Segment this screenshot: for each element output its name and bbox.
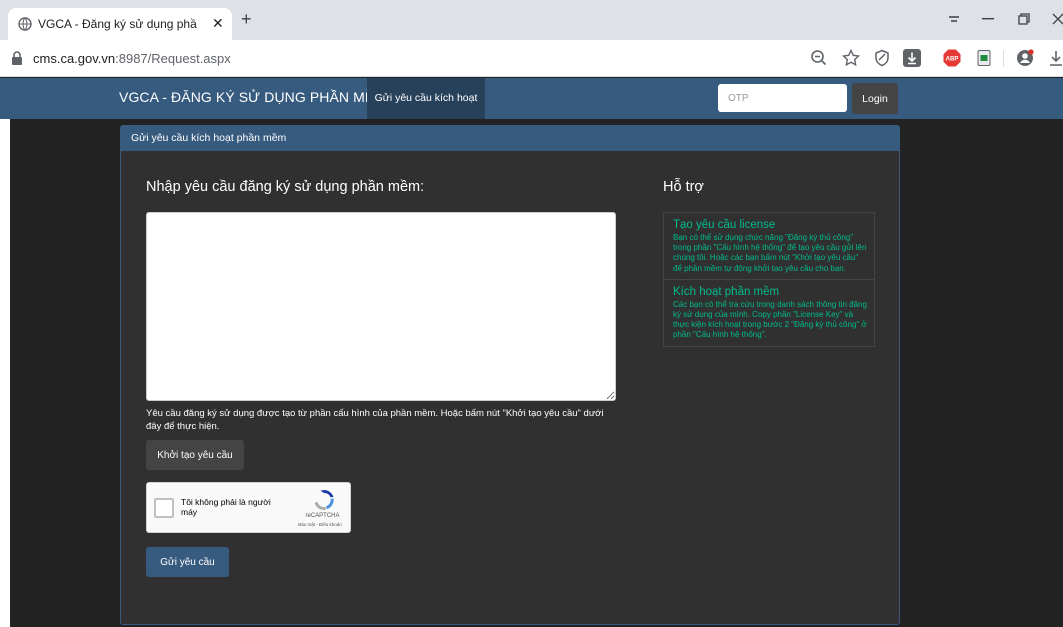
url-path: :8987/Request.aspx xyxy=(115,51,231,66)
recaptcha-checkbox[interactable] xyxy=(154,498,174,518)
globe-icon xyxy=(18,17,32,31)
page-left-edge xyxy=(0,119,10,627)
page-content: VGCA - ĐĂNG KÝ SỬ DỤNG PHẦN MỀM Gửi yêu … xyxy=(0,78,1063,627)
support-item-activate-software[interactable]: Kích hoạt phần mềm Các bạn có thể tra cứ… xyxy=(663,278,875,347)
navbar: VGCA - ĐĂNG KÝ SỬ DỤNG PHẦN MỀM Gửi yêu … xyxy=(0,78,1063,119)
adblock-label: ABP xyxy=(946,57,959,63)
support-item-title: Kích hoạt phần mềm xyxy=(673,285,780,298)
request-heading: Nhập yêu cầu đăng ký sử dụng phần mềm: xyxy=(146,179,425,195)
restore-icon[interactable] xyxy=(1018,13,1030,25)
toolbar-divider xyxy=(1003,50,1004,67)
url-field[interactable]: cms.ca.gov.vn:8987/Request.aspx xyxy=(33,51,231,66)
support-item-desc: Các bạn có thể tra cứu trong danh sách t… xyxy=(673,299,867,340)
shield-icon[interactable] xyxy=(873,49,891,67)
request-help-text: Yêu cầu đăng ký sử dụng được tạo từ phần… xyxy=(146,408,604,432)
nav-item-send-request[interactable]: Gửi yêu cầu kích hoạt xyxy=(367,78,485,119)
support-list: Tạo yêu cầu license Bạn có thể sử dụng c… xyxy=(663,212,875,347)
download-extension-icon[interactable] xyxy=(903,49,921,67)
browser-tab[interactable]: VGCA - Đăng ký sử dụng phầ ✕ xyxy=(8,8,232,40)
support-heading: Hỗ trợ xyxy=(663,179,704,195)
url-host: cms.ca.gov.vn xyxy=(33,51,116,66)
support-item-desc: Bạn có thể sử dụng chức năng "Đăng ký th… xyxy=(673,233,867,273)
profile-icon[interactable] xyxy=(1016,49,1034,67)
tab-title: VGCA - Đăng ký sử dụng phầ xyxy=(38,17,197,31)
sheets-extension-icon[interactable] xyxy=(975,49,993,67)
new-tab-button[interactable]: + xyxy=(241,10,252,28)
site-brand[interactable]: VGCA - ĐĂNG KÝ SỬ DỤNG PHẦN MỀM xyxy=(119,89,386,105)
lock-icon[interactable] xyxy=(11,51,23,65)
recaptcha-brand: reCAPTCHA xyxy=(305,513,340,519)
download-icon[interactable] xyxy=(1049,49,1063,67)
minimize-icon[interactable] xyxy=(982,18,994,20)
generate-request-button[interactable]: Khởi tạo yêu cầu xyxy=(146,440,244,470)
close-tab-icon[interactable]: ✕ xyxy=(212,15,224,32)
otp-input[interactable] xyxy=(718,84,847,112)
request-textarea[interactable] xyxy=(146,212,616,401)
bookmark-star-icon[interactable] xyxy=(842,49,860,67)
close-window-icon[interactable] xyxy=(1052,13,1063,25)
login-button[interactable]: Login xyxy=(852,83,898,114)
support-item-title: Tạo yêu cầu license xyxy=(673,219,776,231)
support-item-create-license[interactable]: Tạo yêu cầu license Bạn có thể sử dụng c… xyxy=(663,212,875,280)
address-bar: cms.ca.gov.vn:8987/Request.aspx ABP xyxy=(0,40,1063,77)
adblock-plus-icon[interactable]: ABP xyxy=(943,49,961,67)
browser-tabstrip: VGCA - Đăng ký sử dụng phầ ✕ + xyxy=(0,0,1063,40)
send-request-button[interactable]: Gửi yêu cầu xyxy=(146,547,229,577)
recaptcha-logo-icon xyxy=(314,490,334,510)
activation-panel: Gửi yêu cầu kích hoạt phần mềm Nhập yêu … xyxy=(120,125,900,625)
zoom-out-icon[interactable] xyxy=(810,49,828,67)
recaptcha-terms[interactable]: Bảo mật - Điều khoản xyxy=(290,522,350,527)
recaptcha-widget: Tôi không phải là người máy reCAPTCHA Bả… xyxy=(146,482,351,533)
panel-header: Gửi yêu cầu kích hoạt phần mềm xyxy=(121,126,899,151)
recaptcha-label: Tôi không phải là người máy xyxy=(181,497,271,517)
tab-search-icon[interactable] xyxy=(947,13,961,25)
